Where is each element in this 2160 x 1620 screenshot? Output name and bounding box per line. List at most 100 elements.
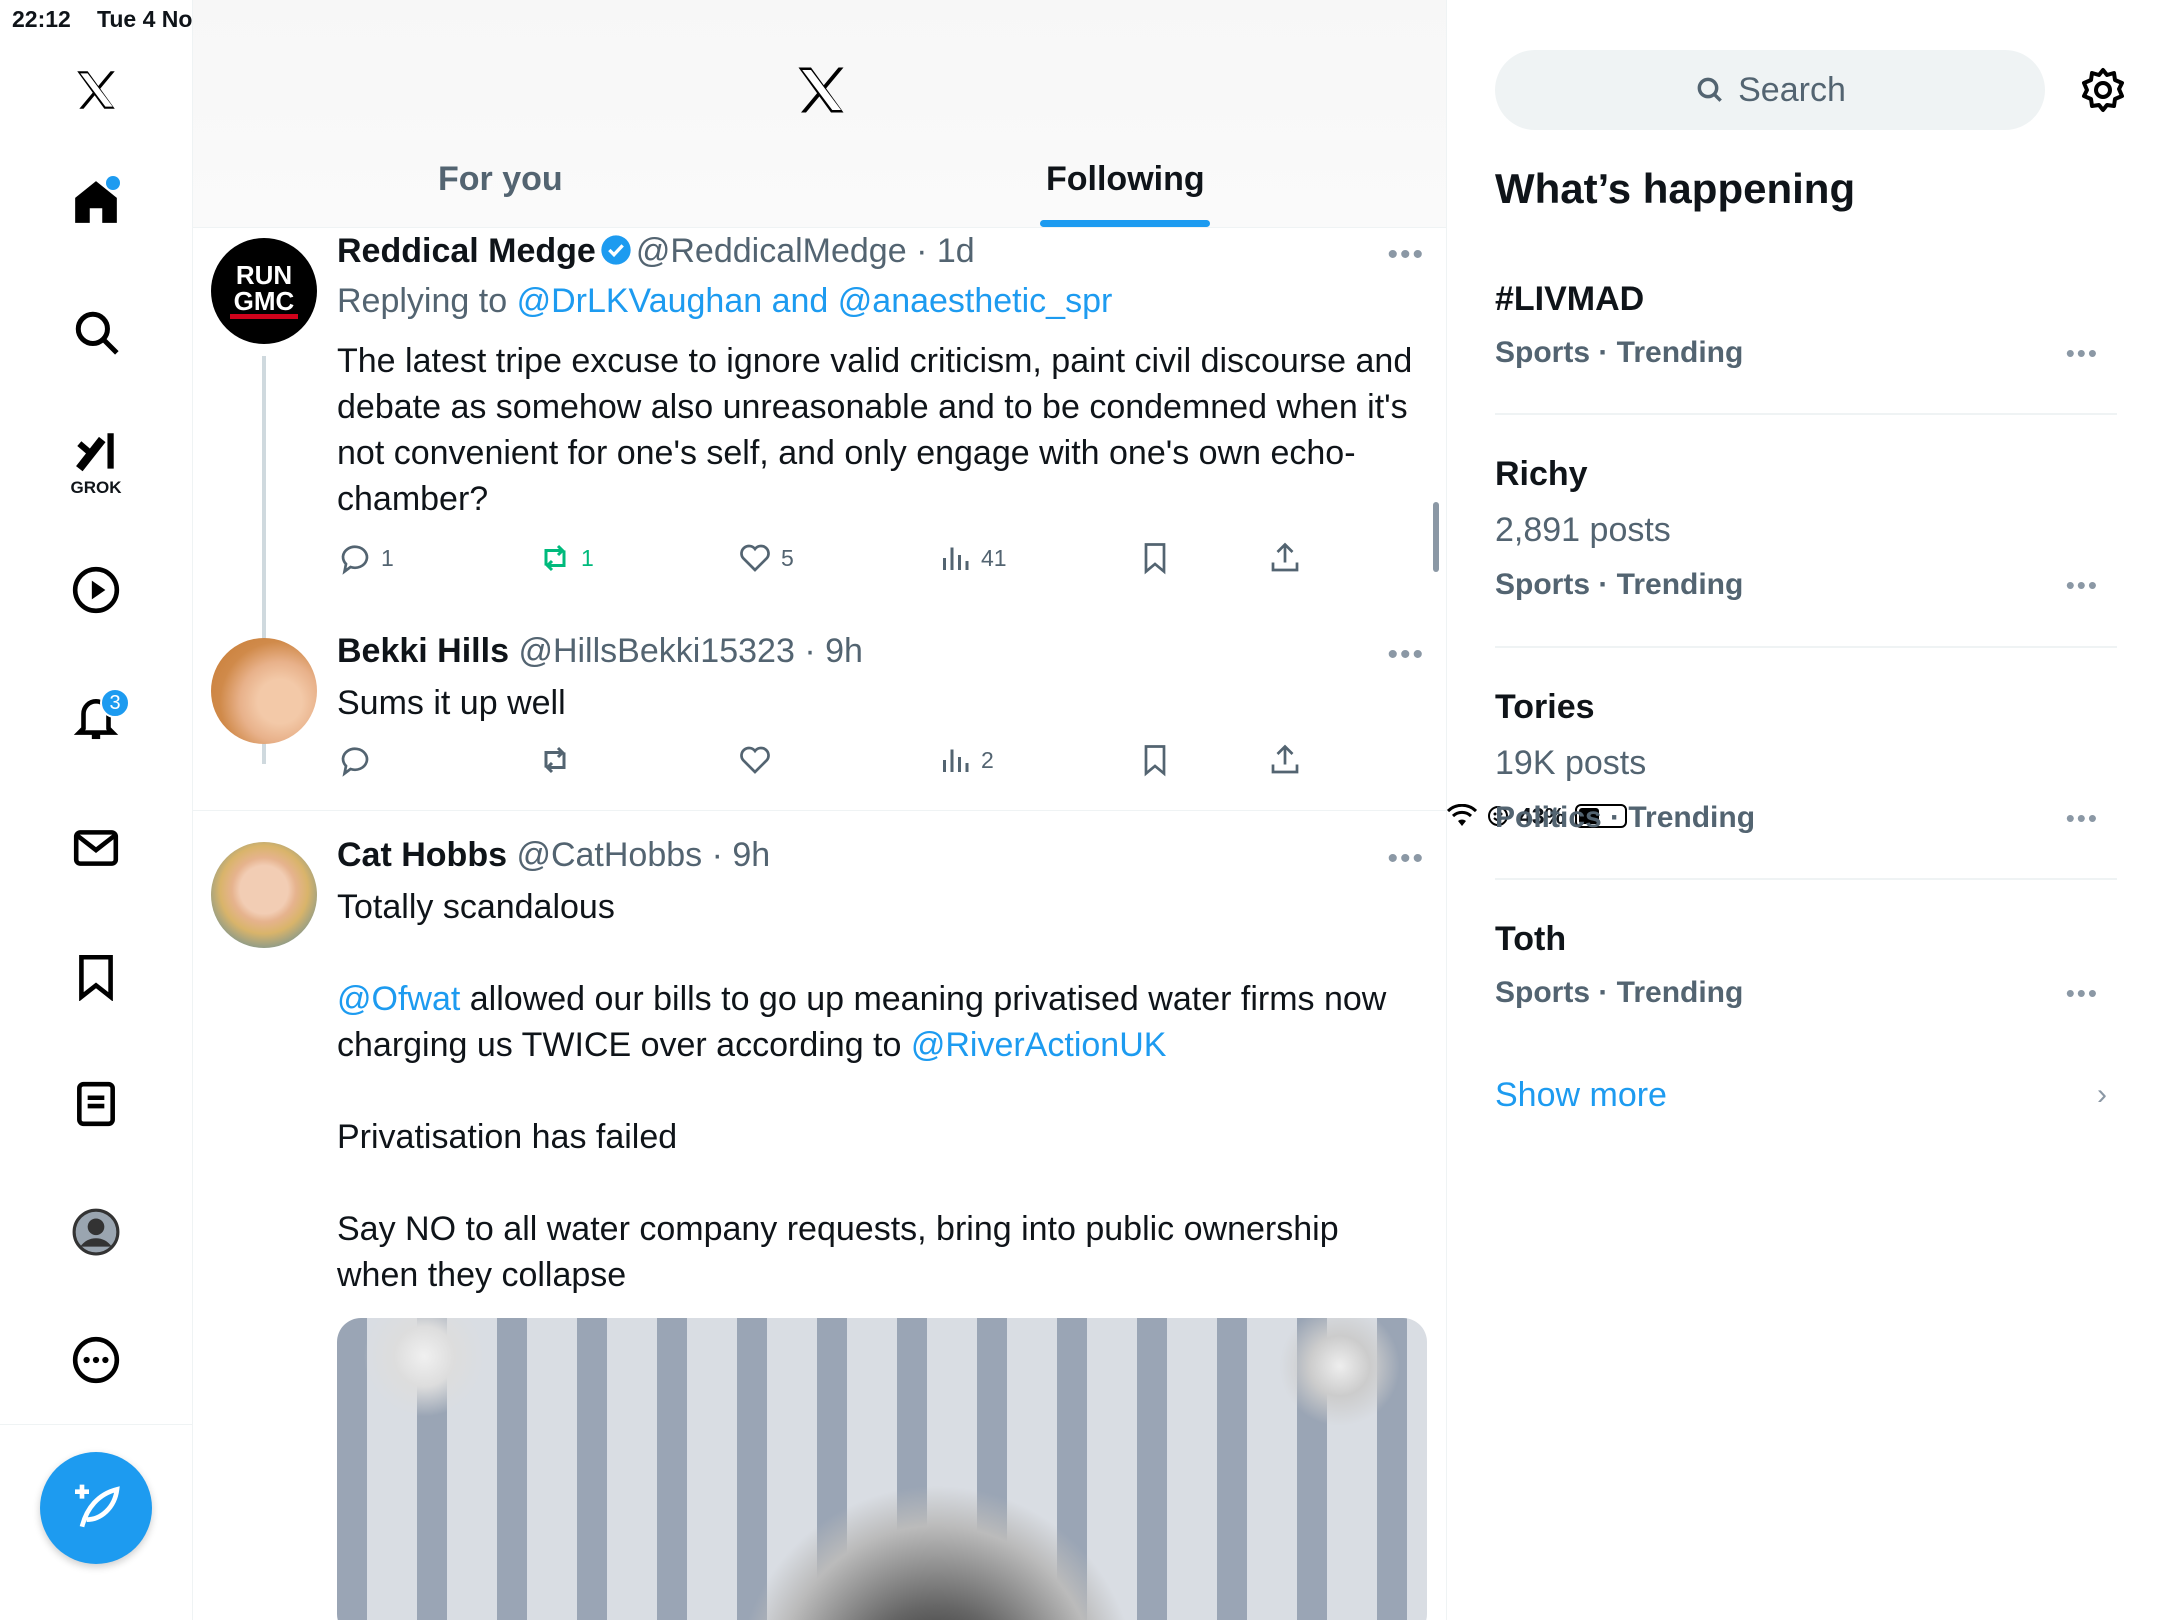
- tweet-text: The latest tripe excuse to ignore valid …: [337, 342, 1413, 518]
- share-button[interactable]: [1267, 540, 1303, 576]
- reply-count: 1: [381, 544, 394, 571]
- notifications-badge: 3: [100, 688, 130, 718]
- tweet-text: Totally scandalous @Ofwat allowed our bi…: [337, 884, 1427, 1298]
- author-name[interactable]: Cat Hobbs: [337, 836, 507, 874]
- repost-button[interactable]: 1: [537, 540, 594, 576]
- x-logo-icon[interactable]: [66, 60, 126, 120]
- messages-envelope-icon[interactable]: [66, 818, 126, 878]
- mention-ofwat[interactable]: @Ofwat: [337, 980, 460, 1018]
- active-tab-indicator: [1040, 220, 1210, 227]
- reply-icon: [341, 545, 369, 575]
- trend-category: Sports · Trending: [1495, 336, 1744, 369]
- video-play-icon[interactable]: [66, 560, 126, 620]
- bookmark-button[interactable]: [1137, 540, 1173, 576]
- like-count: 5: [781, 544, 794, 571]
- trend-more-icon[interactable]: •••: [2066, 570, 2099, 601]
- notifications-bell-icon[interactable]: 3: [66, 688, 130, 748]
- share-icon: [1271, 744, 1299, 774]
- tweet-more-icon[interactable]: •••: [1387, 842, 1425, 876]
- views-button[interactable]: 41: [937, 540, 1007, 576]
- tweet-more-icon[interactable]: •••: [1387, 638, 1425, 672]
- compose-post-button[interactable]: [40, 1452, 152, 1564]
- trend-name: Toth: [1495, 920, 1567, 958]
- verified-badge-icon: [601, 235, 631, 265]
- left-nav: GROK 3: [0, 0, 193, 1620]
- tweet-time[interactable]: · 1d: [916, 232, 975, 270]
- author-handle[interactable]: @HillsBekki15323: [518, 632, 794, 670]
- author-name[interactable]: Reddical Medge: [337, 232, 596, 270]
- profile-avatar-icon[interactable]: [66, 1202, 126, 1262]
- trend-more-icon[interactable]: •••: [2066, 978, 2099, 1009]
- tweet-actions: 2: [337, 742, 1317, 782]
- author-handle[interactable]: @CatHobbs: [516, 836, 702, 874]
- tweet-header: Cat Hobbs @CatHobbs · 9h: [337, 836, 770, 875]
- show-more-link[interactable]: Show more: [1495, 1076, 1667, 1115]
- avatar[interactable]: [211, 638, 317, 744]
- trend-more-icon[interactable]: •••: [2066, 803, 2099, 834]
- trend-name: Richy: [1495, 455, 1588, 493]
- nav-divider: [0, 1424, 193, 1425]
- tweet-time[interactable]: · 9h: [804, 632, 863, 670]
- trend-separator: [1495, 413, 2117, 415]
- search-icon: [1697, 77, 1723, 102]
- like-button[interactable]: 5: [737, 540, 794, 576]
- trend-separator: [1495, 878, 2117, 880]
- author-name[interactable]: Bekki Hills: [337, 632, 509, 670]
- author-handle[interactable]: @ReddicalMedge: [636, 232, 907, 270]
- logo-gmc: GMC: [234, 286, 295, 316]
- tweet-actions: 1 1 5 41: [337, 540, 1317, 580]
- chevron-right-icon[interactable]: ›: [2097, 1078, 2107, 1112]
- tweet-more-icon[interactable]: •••: [1387, 238, 1425, 272]
- tweet-separator: [193, 810, 1446, 811]
- like-button[interactable]: [737, 742, 773, 778]
- trend-posts: 19K posts: [1495, 744, 1647, 782]
- bookmark-icon: [1144, 745, 1166, 777]
- mention-riveractionuk[interactable]: @RiverActionUK: [911, 1026, 1167, 1064]
- tweet-header: Reddical Medge @ReddicalMedge · 1d: [337, 232, 975, 271]
- x-logo-header-icon[interactable]: [791, 60, 851, 120]
- home-icon[interactable]: [66, 172, 126, 232]
- replying-to-handles[interactable]: @DrLKVaughan and @anaesthetic_spr: [517, 282, 1113, 320]
- grok-icon[interactable]: [66, 422, 126, 482]
- replying-prefix: Replying to: [337, 282, 508, 320]
- home-notification-dot: [106, 176, 120, 190]
- repost-count: 1: [581, 544, 594, 571]
- views-button[interactable]: 2: [937, 742, 994, 778]
- more-circle-icon[interactable]: [66, 1330, 126, 1390]
- reply-icon: [341, 747, 369, 777]
- views-count: 2: [981, 746, 994, 773]
- compose-feather-icon: [75, 1484, 120, 1528]
- run-gmc-logo: RUN GMC: [230, 260, 298, 319]
- trend-more-icon[interactable]: •••: [2066, 338, 2099, 369]
- bookmark-button[interactable]: [1137, 742, 1173, 778]
- lists-icon[interactable]: [66, 1074, 126, 1134]
- settings-gear-icon[interactable]: [2079, 66, 2127, 114]
- bookmark-icon: [1144, 543, 1166, 575]
- trend-name: Tories: [1495, 688, 1595, 726]
- tab-following[interactable]: Following: [1046, 160, 1205, 199]
- share-button[interactable]: [1267, 742, 1303, 778]
- search-placeholder: Search: [1738, 70, 1846, 109]
- grok-label: GROK: [70, 478, 122, 497]
- right-sidebar: Search What’s happening #LIVMAD Sports ·…: [1447, 0, 2160, 1620]
- tweet-image-tap[interactable]: [337, 1318, 1427, 1620]
- reply-button[interactable]: 1: [337, 540, 394, 576]
- heart-icon: [740, 746, 770, 774]
- search-nav-icon[interactable]: [66, 302, 126, 362]
- bookmarks-icon[interactable]: [66, 946, 126, 1006]
- repost-icon: [544, 746, 566, 774]
- tweet-text: Sums it up well: [337, 684, 566, 722]
- share-icon: [1271, 542, 1299, 572]
- avatar[interactable]: RUN GMC: [211, 238, 317, 344]
- avatar[interactable]: [211, 842, 317, 948]
- search-input[interactable]: Search: [1495, 50, 2045, 130]
- scrollbar[interactable]: [1433, 502, 1439, 572]
- timeline-header: For you Following: [193, 0, 1446, 228]
- trend-posts: 2,891 posts: [1495, 511, 1671, 549]
- repost-icon: [544, 544, 566, 572]
- repost-button[interactable]: [537, 742, 573, 778]
- reply-button[interactable]: [337, 742, 373, 778]
- tweet-time[interactable]: · 9h: [712, 836, 771, 874]
- tab-for-you[interactable]: For you: [438, 160, 563, 199]
- trend-name: #LIVMAD: [1495, 280, 1645, 318]
